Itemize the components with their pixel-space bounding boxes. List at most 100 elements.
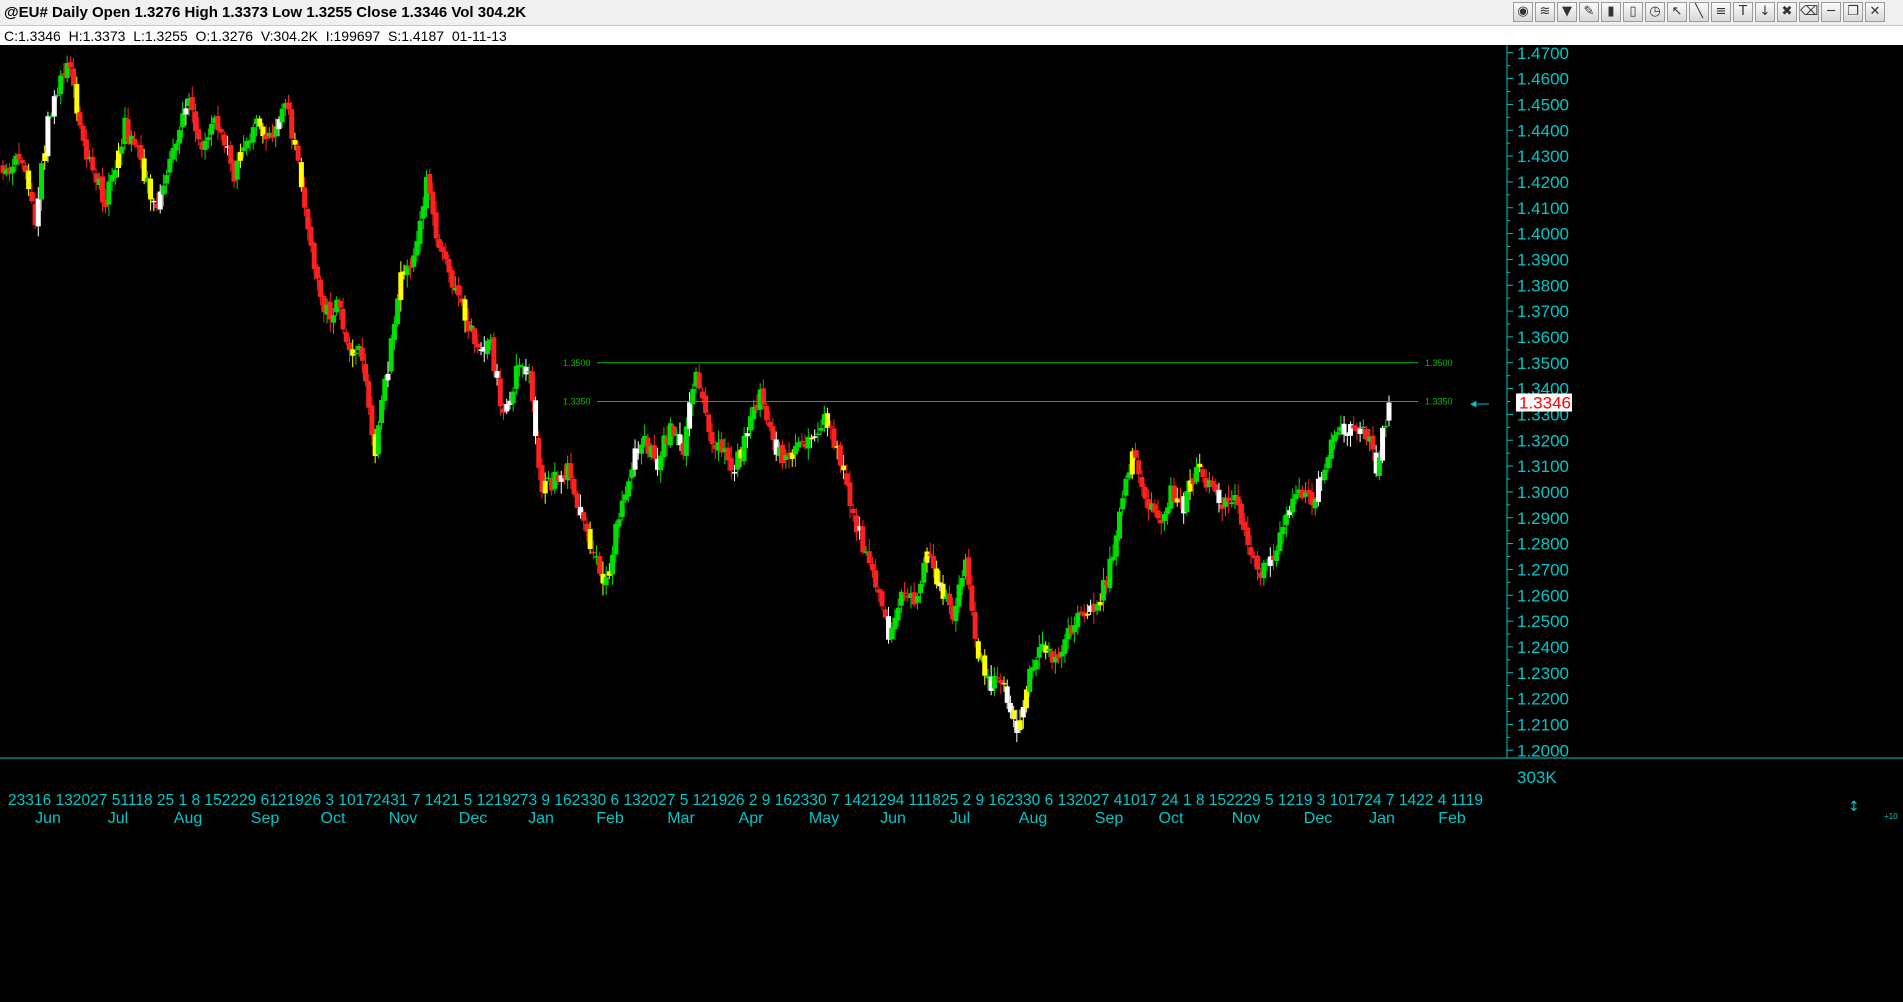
candle-body <box>1062 639 1068 654</box>
trash-button[interactable]: ✖ <box>1777 2 1797 22</box>
cursor-icon: ↖ <box>1671 4 1683 19</box>
candle-body <box>205 137 211 141</box>
candle-body <box>250 127 256 143</box>
candle-body <box>860 526 866 553</box>
candle-body <box>330 315 336 323</box>
close-button[interactable]: ✕ <box>1865 2 1885 22</box>
candle-body <box>1328 439 1334 459</box>
arrow-down-icon: ↓ <box>1759 4 1771 19</box>
x-month-label: Sep <box>251 810 280 827</box>
candle-body <box>51 96 57 117</box>
candle-body <box>869 563 875 571</box>
hline-label-left: 1.3500 <box>563 358 591 368</box>
candle-body <box>475 343 481 348</box>
candle-body <box>183 108 189 115</box>
candle-body <box>1254 555 1260 570</box>
bar-chart-alt-button[interactable]: ▯ <box>1623 2 1643 22</box>
candle-body <box>449 270 455 288</box>
candle-body <box>1142 486 1148 499</box>
candle-body <box>1139 476 1145 488</box>
y-tick-label: 1.2500 <box>1517 612 1569 631</box>
eraser-button[interactable]: ⌫ <box>1799 2 1819 22</box>
candle-body <box>398 272 404 301</box>
arrow-down-button[interactable]: ↓ <box>1755 2 1775 22</box>
candle-body <box>55 94 61 96</box>
candle-body <box>946 593 952 606</box>
y-tick-label: 1.2900 <box>1517 509 1569 528</box>
line-tool-button[interactable]: ╲ <box>1689 2 1709 22</box>
x-month-label: Feb <box>1438 810 1466 827</box>
candle-body <box>770 426 776 441</box>
candle-body <box>462 299 468 321</box>
candle-body <box>1283 514 1289 526</box>
candle-body <box>1004 686 1010 703</box>
restore-button[interactable]: ❐ <box>1843 2 1863 22</box>
candle-body <box>1120 498 1126 510</box>
candle-body <box>29 191 35 202</box>
candle-body <box>39 163 44 200</box>
candle-body <box>873 570 879 588</box>
candle-body <box>513 366 519 389</box>
candle-body <box>173 143 179 151</box>
minimize-button[interactable]: ─ <box>1821 2 1841 22</box>
y-tick-label: 1.4500 <box>1517 95 1569 114</box>
candle-body <box>286 102 292 110</box>
candle-body <box>603 577 609 586</box>
candle-body <box>1335 432 1341 435</box>
y-tick-label: 1.4700 <box>1517 45 1569 63</box>
candle-body <box>1229 502 1235 505</box>
candle-body <box>311 242 317 270</box>
x-month-label: Jul <box>950 810 970 827</box>
x-month-label: Mar <box>667 810 695 827</box>
candle-body <box>796 442 802 448</box>
candle-body <box>58 75 64 95</box>
fib-button[interactable]: ≡ <box>1711 2 1731 22</box>
candle-body <box>597 556 603 574</box>
candle-body <box>930 556 936 569</box>
x-month-label: Jan <box>1369 810 1395 827</box>
candle-body <box>914 596 920 603</box>
candle-body <box>90 156 96 171</box>
candle-body <box>138 144 144 160</box>
candle-body <box>799 440 805 443</box>
candle-body <box>1200 469 1206 478</box>
candle-body <box>1322 469 1328 481</box>
candle-body <box>1027 668 1033 693</box>
candle-body <box>1117 511 1122 539</box>
price-chart[interactable]: 1.3500 1.3500 1.3350 1.3350 1.4700 1.4600 1.45… <box>0 45 1903 1002</box>
x-month-label: Oct <box>1159 810 1184 827</box>
x-month-label: Oct <box>321 810 346 827</box>
candle-body <box>866 551 872 564</box>
candle-body <box>80 125 86 141</box>
candle-body <box>529 371 535 402</box>
candle-body <box>189 96 195 111</box>
y-tick-label: 1.3000 <box>1517 483 1569 502</box>
candle-body <box>825 413 831 428</box>
x-month-label: Nov <box>389 810 417 827</box>
binoculars-button[interactable]: ◉ <box>1513 2 1533 22</box>
chart-background <box>0 45 1903 1002</box>
bar-chart-button[interactable]: ▮ <box>1601 2 1621 22</box>
y-tick-label: 1.2300 <box>1517 664 1569 683</box>
candle-body <box>760 388 766 405</box>
restore-icon: ❐ <box>1847 4 1859 19</box>
pencil-button[interactable]: ✎ <box>1579 2 1599 22</box>
channel-button[interactable]: ≋ <box>1535 2 1555 22</box>
info-bar: C:1.3346 H:1.3373 L:1.3255 O:1.3276 V:30… <box>0 26 1903 45</box>
candle-body <box>119 146 125 154</box>
candle-body <box>433 212 439 239</box>
y-tick-label: 1.2200 <box>1517 690 1569 709</box>
cursor-button[interactable]: ↖ <box>1667 2 1687 22</box>
candle-body <box>847 482 853 506</box>
candle-body <box>1380 427 1386 461</box>
clock-button[interactable]: ◷ <box>1645 2 1665 22</box>
candle-body <box>237 151 243 161</box>
candle-body <box>1238 503 1244 525</box>
candle-body <box>741 435 747 462</box>
candle-body <box>106 181 112 205</box>
candle-body <box>837 444 843 466</box>
text-tool-button[interactable]: T <box>1733 2 1753 22</box>
y-tick-label: 1.2100 <box>1517 715 1569 734</box>
funnel-button[interactable]: ▼ <box>1557 2 1577 22</box>
y-tick-label: 1.2400 <box>1517 638 1569 657</box>
